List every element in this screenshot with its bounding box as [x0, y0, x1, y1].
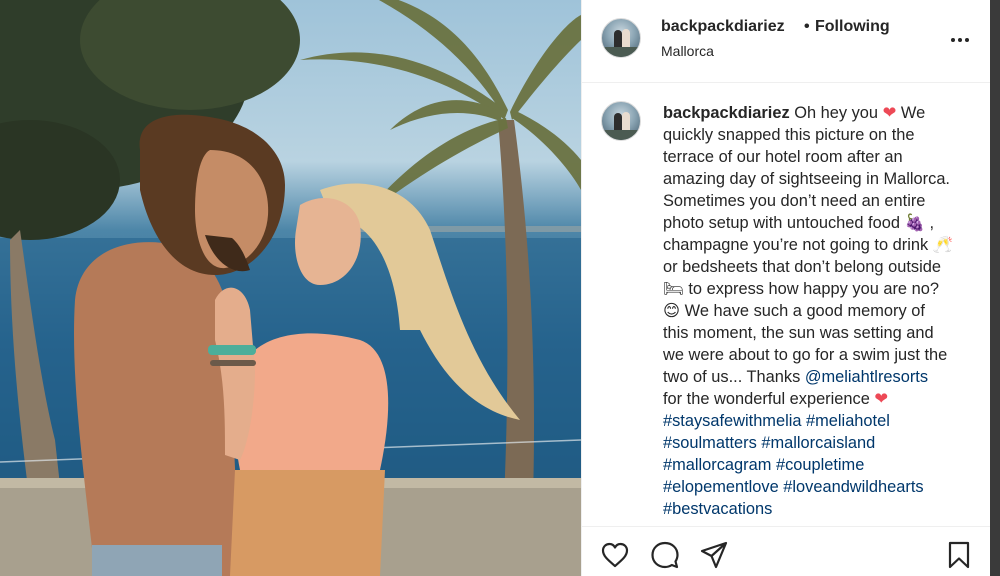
caption-line-10: 😊 We have such a good memory of [663, 302, 925, 320]
hashtag-link[interactable]: #mallorcagram #coupletime [663, 454, 985, 476]
post-side-panel: backpackdiariez • Following Mallorca bac… [581, 0, 991, 576]
comment-icon[interactable] [650, 540, 680, 570]
caption-line-1: backpackdiariez Oh hey you ❤ We [663, 104, 926, 122]
caption-line-13: two of us... Thanks @meliahtlresorts [663, 368, 929, 386]
grapes-emoji: 🍇 [904, 214, 925, 232]
caption-line-11: this moment, the sun was setting and [663, 324, 934, 342]
bed-emoji: 🛏 [663, 280, 684, 298]
caption-line-12: we were about to go for a swim just the [663, 346, 948, 364]
caption-username-link[interactable]: backpackdiariez [663, 104, 790, 122]
caption-line-3: terrace of our hotel room after an [663, 148, 903, 166]
more-options-icon[interactable] [948, 28, 972, 52]
following-button[interactable]: Following [815, 18, 890, 36]
save-bookmark-icon[interactable] [944, 540, 974, 570]
location-link[interactable]: Mallorca [661, 43, 714, 59]
background-edge [990, 0, 1000, 576]
post-action-bar [582, 526, 991, 576]
like-heart-icon[interactable] [600, 540, 630, 570]
post-photo[interactable] [0, 0, 581, 576]
caption-line-7: champagne you’re not going to drink 🥂 [663, 236, 954, 254]
post-header: backpackdiariez • Following Mallorca [582, 0, 991, 83]
heart-emoji-2: ❤ [874, 390, 889, 408]
hashtag-link[interactable]: #soulmatters #mallorcaisland [663, 432, 985, 454]
caption-line-5: Sometimes you don’t need an entire [663, 192, 926, 210]
profile-avatar[interactable] [601, 18, 641, 58]
separator-dot: • [804, 18, 810, 35]
hashtag-link[interactable]: #staysafewithmelia #meliahotel [663, 410, 985, 432]
caption-line-9: 🛏 to express how happy you are no? [663, 280, 939, 298]
caption-line-2: quickly snapped this picture on the [663, 126, 915, 144]
caption-avatar[interactable] [601, 101, 641, 141]
caption-line-8: or bedsheets that don’t belong outside [663, 258, 941, 276]
champagne-emoji: 🥂 [932, 236, 954, 254]
photo-illustration [0, 0, 581, 576]
caption-line-14: for the wonderful experience ❤ [663, 390, 889, 408]
heart-emoji: ❤ [882, 104, 897, 122]
hashtag-link[interactable]: #bestvacations [663, 498, 985, 520]
username-link[interactable]: backpackdiariez [661, 18, 785, 36]
caption-line-6: photo setup with untouched food 🍇 , [663, 214, 935, 232]
hashtag-link[interactable]: #elopementlove #loveandwildhearts [663, 476, 985, 498]
mention-link[interactable]: @meliahtlresorts [805, 368, 928, 386]
smile-emoji: 😊 [663, 302, 681, 320]
caption-line-4: amazing day of sightseeing in Mallorca. [663, 170, 950, 188]
post-caption: backpackdiariez Oh hey you ❤ We quickly … [663, 102, 985, 520]
share-paper-plane-icon[interactable] [699, 540, 729, 570]
